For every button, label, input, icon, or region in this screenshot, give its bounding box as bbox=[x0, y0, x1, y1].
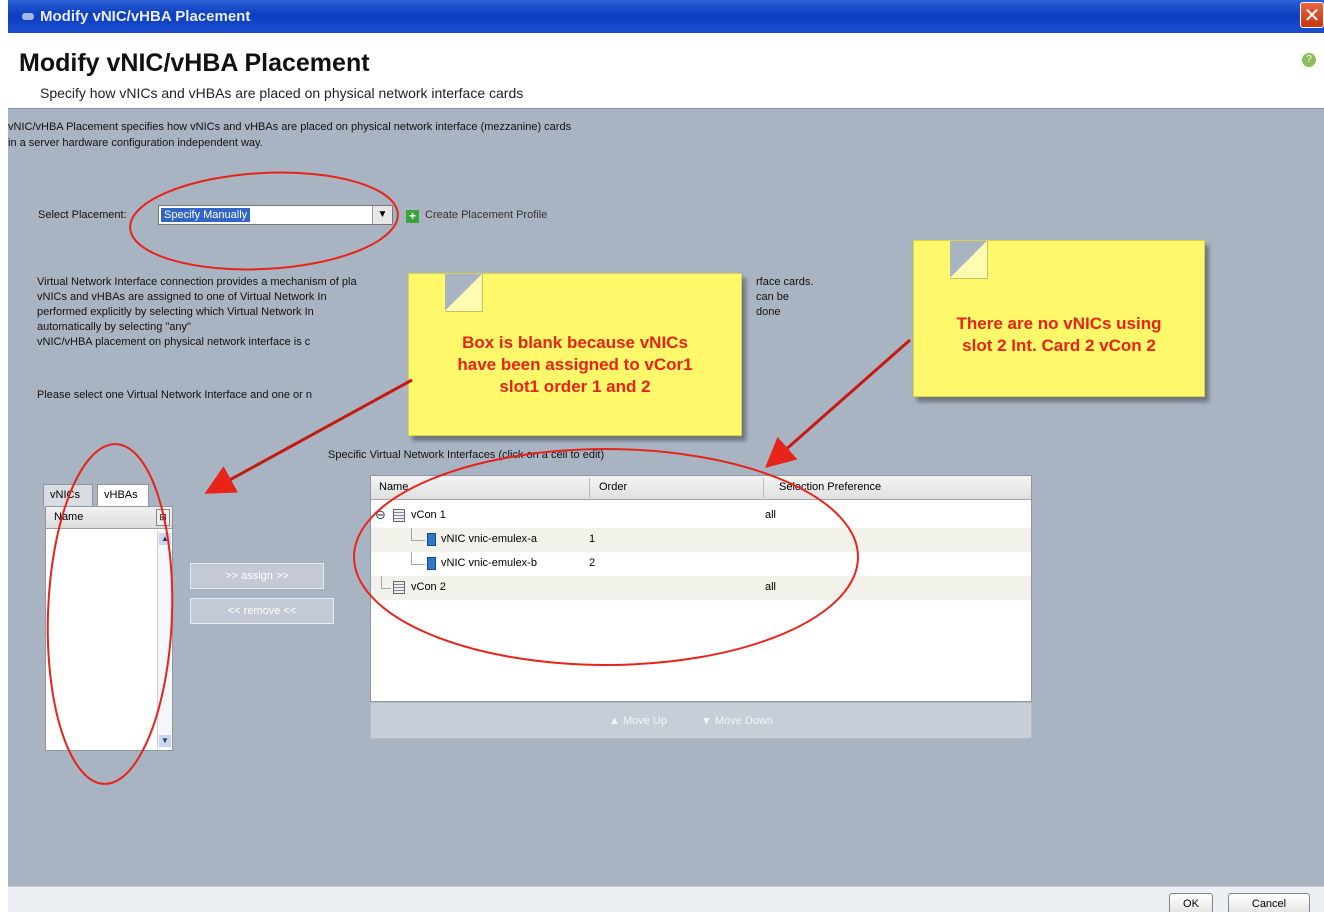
cancel-button[interactable]: Cancel bbox=[1228, 893, 1310, 912]
move-down-icon: ▼ bbox=[701, 715, 712, 727]
vhba-list[interactable]: Name ⊞ ▲ ▼ bbox=[45, 506, 173, 751]
placement-dropdown[interactable]: Specify Manually ▼ bbox=[158, 205, 393, 225]
vcon-grid[interactable]: Name Order Selection Preference ⊖ vCon 1… bbox=[370, 475, 1032, 702]
row-preference[interactable]: all bbox=[765, 509, 776, 521]
page-title: Modify vNIC/vHBA Placement bbox=[19, 49, 370, 77]
vnic-icon bbox=[427, 533, 436, 546]
scroll-down-icon[interactable]: ▼ bbox=[159, 735, 171, 747]
column-chooser-icon[interactable]: ⊞ bbox=[156, 509, 170, 526]
grid-title: Specific Virtual Network Interfaces (cli… bbox=[328, 449, 605, 461]
grid-footer: ▲ Move Up ▼ Move Down bbox=[370, 702, 1032, 739]
table-row[interactable]: vNIC vnic-emulex-b 2 bbox=[371, 552, 1031, 576]
scroll-up-icon[interactable]: ▲ bbox=[159, 533, 171, 545]
window-title: Modify vNIC/vHBA Placement bbox=[40, 8, 251, 25]
row-name: vNIC vnic-emulex-a bbox=[441, 533, 537, 545]
assign-button[interactable]: >> assign >> bbox=[190, 563, 324, 589]
row-order[interactable]: 2 bbox=[589, 557, 595, 569]
row-preference[interactable]: all bbox=[765, 581, 776, 593]
placement-description: vNIC/vHBA Placement specifies how vNICs … bbox=[8, 119, 768, 151]
create-placement-profile-link[interactable]: + Create Placement Profile bbox=[406, 209, 547, 223]
column-header-name[interactable]: Name bbox=[379, 481, 408, 493]
window-titlebar: Modify vNIC/vHBA Placement ✕ bbox=[8, 0, 1324, 33]
dropdown-arrow-icon[interactable]: ▼ bbox=[372, 206, 392, 224]
annotation-note-left: Box is blank because vNICs have been ass… bbox=[408, 273, 742, 436]
add-icon: + bbox=[406, 210, 419, 223]
note-line: There are no vNICs using bbox=[956, 314, 1162, 333]
placement-selected-value: Specify Manually bbox=[161, 208, 251, 222]
ok-button[interactable]: OK bbox=[1169, 893, 1213, 912]
close-icon[interactable]: ✕ bbox=[1300, 2, 1324, 28]
dialog-footer: OK Cancel bbox=[8, 886, 1324, 912]
page-subtitle: Specify how vNICs and vHBAs are placed o… bbox=[40, 85, 524, 101]
table-row[interactable]: vNIC vnic-emulex-a 1 bbox=[371, 528, 1031, 552]
dialog-header: Modify vNIC/vHBA Placement Specify how v… bbox=[8, 33, 1324, 108]
list-scrollbar[interactable]: ▲ ▼ bbox=[157, 531, 171, 749]
note-line: have been assigned to vCor1 bbox=[457, 355, 693, 374]
help-icon[interactable]: ? bbox=[1302, 53, 1316, 67]
vcon-icon bbox=[393, 509, 405, 522]
annotation-note-right: There are no vNICs using slot 2 Int. Car… bbox=[913, 240, 1205, 397]
select-placement-label: Select Placement: bbox=[38, 209, 127, 221]
row-order[interactable]: 1 bbox=[589, 533, 595, 545]
table-row[interactable]: vCon 2 all bbox=[371, 576, 1031, 600]
description-line: vNIC/vHBA Placement specifies how vNICs … bbox=[8, 121, 572, 133]
column-header-selection-preference[interactable]: Selection Preference bbox=[779, 481, 881, 493]
list-column-name[interactable]: Name bbox=[46, 507, 172, 529]
select-instruction: Please select one Virtual Network Interf… bbox=[37, 389, 312, 401]
note-line: slot1 order 1 and 2 bbox=[499, 377, 651, 396]
grid-header: Name Order Selection Preference bbox=[371, 476, 1031, 500]
create-placement-profile-label: Create Placement Profile bbox=[425, 209, 548, 221]
row-name: vCon 2 bbox=[411, 581, 446, 593]
collapse-icon[interactable]: ⊖ bbox=[375, 507, 386, 523]
window-icon bbox=[22, 13, 34, 20]
tab-vnics[interactable]: vNICs bbox=[43, 484, 93, 506]
table-row[interactable]: ⊖ vCon 1 all bbox=[371, 504, 1031, 528]
vnic-icon bbox=[427, 557, 436, 570]
move-up-button[interactable]: ▲ Move Up bbox=[609, 715, 667, 727]
remove-button[interactable]: << remove << bbox=[190, 598, 334, 624]
note-line: slot 2 Int. Card 2 vCon 2 bbox=[962, 336, 1156, 355]
vcon-icon bbox=[393, 581, 405, 594]
column-header-order[interactable]: Order bbox=[599, 481, 627, 493]
description-line: in a server hardware configuration indep… bbox=[8, 137, 263, 149]
main-panel: vNIC/vHBA Placement specifies how vNICs … bbox=[8, 108, 1324, 886]
tab-vhbas[interactable]: vHBAs bbox=[97, 484, 149, 507]
move-up-icon: ▲ bbox=[609, 715, 620, 727]
row-name: vCon 1 bbox=[411, 509, 446, 521]
row-name: vNIC vnic-emulex-b bbox=[441, 557, 537, 569]
note-line: Box is blank because vNICs bbox=[462, 333, 688, 352]
move-down-button[interactable]: ▼ Move Down bbox=[701, 715, 773, 727]
